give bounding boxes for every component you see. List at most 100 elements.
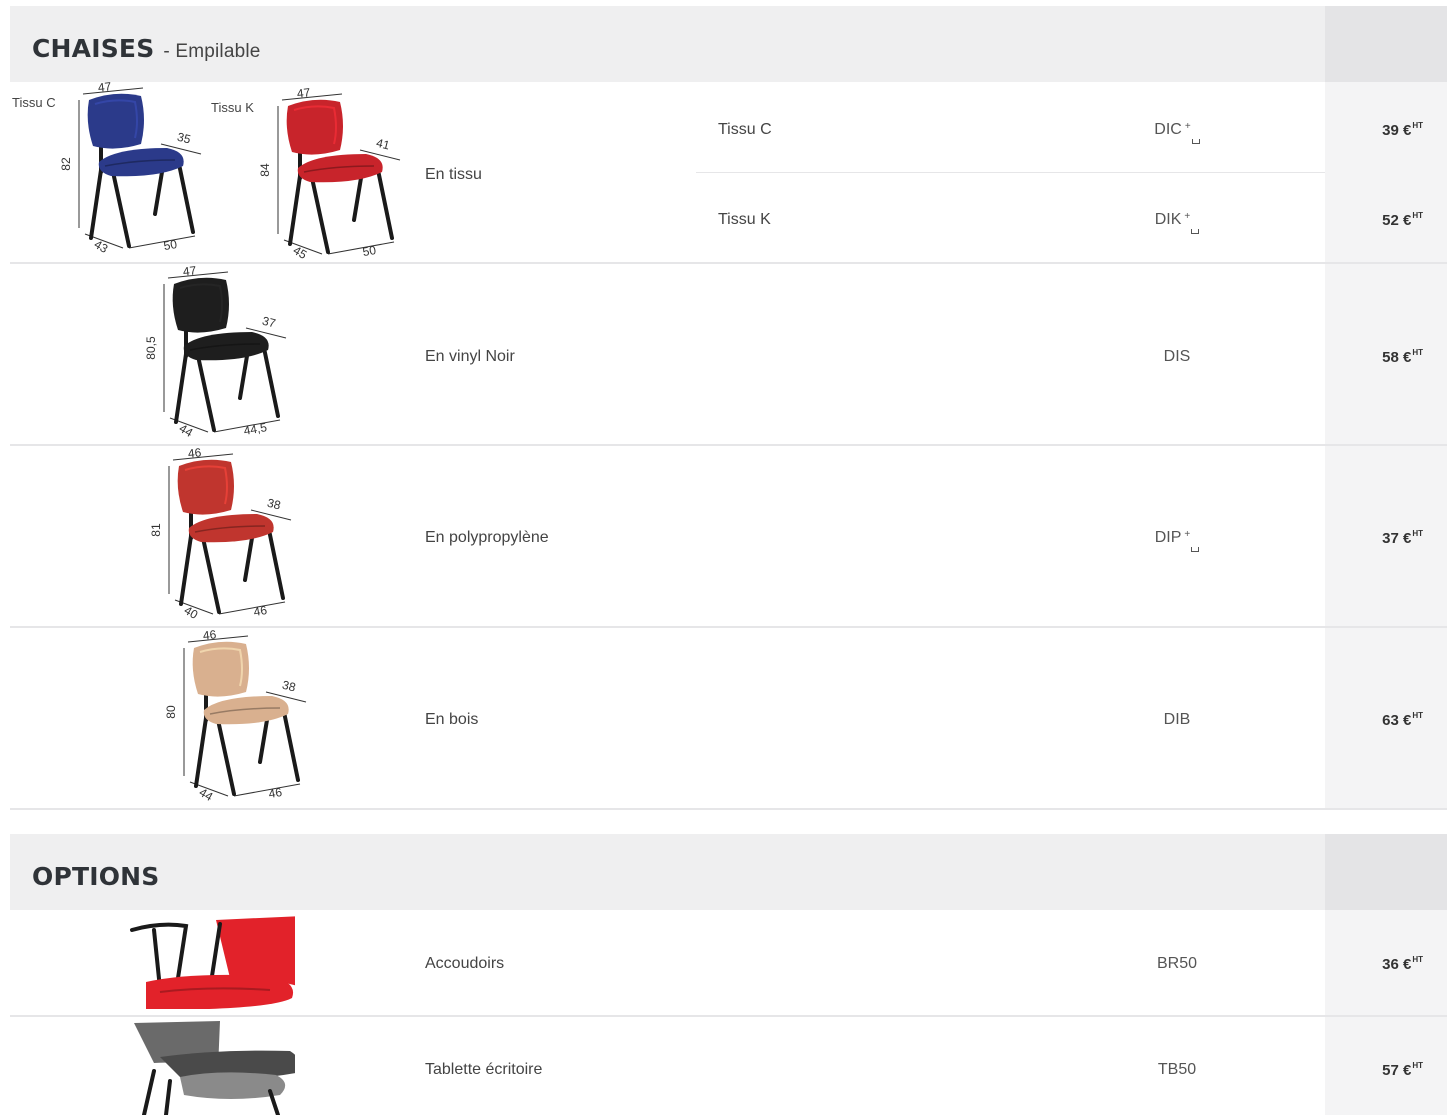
variant-name: Tissu K bbox=[718, 211, 771, 228]
chair-leg bbox=[89, 168, 103, 240]
dimension-line bbox=[281, 93, 343, 101]
dimension-label: 47 bbox=[296, 85, 311, 100]
product-row-vinyl: 47 80,5 37 44 44,5 En vinyl Noir DIS 58 €HT bbox=[10, 263, 1447, 446]
dimension-label: 46 bbox=[268, 785, 284, 801]
variant-image-label: Tissu K bbox=[211, 100, 254, 115]
chair-leg bbox=[142, 1069, 156, 1115]
option-row-accoudoirs: Accoudoirs BR50 36 €HT bbox=[10, 910, 1447, 1017]
chair-leg bbox=[262, 346, 280, 418]
chair-leg bbox=[216, 718, 236, 796]
product-price: 52 €HT bbox=[1382, 211, 1423, 229]
dimension-label: 38 bbox=[266, 496, 283, 513]
dimension-label: 46 bbox=[202, 627, 217, 642]
chair-leg bbox=[196, 354, 216, 432]
product-ref: DIP + bbox=[1117, 529, 1237, 552]
option-price: 57 €HT bbox=[1382, 1061, 1423, 1079]
chair-leg bbox=[164, 1079, 172, 1115]
dimension-label: 81 bbox=[149, 523, 163, 537]
chair-leg bbox=[288, 174, 302, 246]
chair-seat bbox=[188, 514, 274, 543]
chair-leg bbox=[177, 162, 195, 234]
chair-image-tissu-c: 47 82 35 43 50 bbox=[59, 79, 202, 256]
chair-leg bbox=[179, 534, 193, 606]
fabric-swatch-icon bbox=[1191, 139, 1200, 144]
dimension-label: 80,5 bbox=[144, 336, 158, 360]
product-ref: DIS bbox=[1163, 348, 1191, 365]
variant-name: Tissu C bbox=[718, 121, 772, 138]
dimension-label: 82 bbox=[59, 157, 73, 171]
row-divider bbox=[10, 808, 1447, 810]
chair-leg bbox=[310, 176, 330, 254]
product-label: En polypropylène bbox=[425, 529, 549, 546]
chair-image-polypropylene: 46 81 38 40 46 bbox=[149, 445, 292, 622]
chair-leg bbox=[111, 170, 131, 248]
product-price: 63 €HT bbox=[1382, 711, 1423, 729]
chair-image-vinyl: 47 80,5 37 44 44,5 bbox=[144, 263, 287, 440]
product-ref: DIC + bbox=[1117, 121, 1237, 144]
section-subtitle: - Empilable bbox=[163, 41, 261, 62]
chair-seat bbox=[297, 154, 383, 183]
option-price: 36 €HT bbox=[1382, 955, 1423, 973]
fabric-swatch-icon bbox=[1191, 229, 1200, 234]
product-price: 37 €HT bbox=[1382, 529, 1423, 547]
chair-leg bbox=[174, 352, 188, 424]
product-row-bois: 46 80 38 44 46 En bois DIB 63 €HT bbox=[10, 627, 1447, 810]
option-label: Tablette écritoire bbox=[425, 1061, 543, 1078]
option-label: Accoudoirs bbox=[425, 955, 505, 972]
chair-seat bbox=[203, 696, 289, 725]
product-label: En tissu bbox=[425, 166, 482, 183]
dimension-label: 44 bbox=[177, 421, 196, 440]
dimension-label: 37 bbox=[261, 314, 278, 331]
dimension-label: 38 bbox=[281, 678, 298, 695]
section-title: CHAISES - Empilable bbox=[32, 34, 261, 63]
dimension-label: 47 bbox=[97, 79, 112, 94]
dimension-label: 44,5 bbox=[243, 420, 269, 438]
product-price: 58 €HT bbox=[1382, 348, 1423, 366]
dimension-label: 46 bbox=[187, 445, 202, 460]
writing-tablet-option-image bbox=[134, 1021, 295, 1115]
chair-leg bbox=[267, 528, 285, 600]
dimension-label: 47 bbox=[182, 263, 197, 278]
dimension-label: 41 bbox=[375, 136, 392, 153]
dimension-line bbox=[187, 635, 249, 643]
product-row-tissu: Tissu C 47 82 35 43 50 Tissu K 47 84 41 45 50 En… bbox=[10, 79, 1447, 264]
product-row-polypropylene: 46 81 38 40 46 En polypropylène DIP + 37 €HT bbox=[10, 445, 1447, 628]
product-price: 39 €HT bbox=[1382, 121, 1423, 139]
option-row-tablette: Tablette écritoire TB50 57 €HT bbox=[10, 1017, 1447, 1115]
dimension-label: 35 bbox=[176, 130, 193, 147]
dimension-label: 40 bbox=[182, 603, 201, 622]
chair-leg bbox=[376, 168, 394, 240]
dimension-label: 80 bbox=[164, 705, 178, 719]
options-section-header: OPTIONS bbox=[10, 834, 1447, 910]
chaises-section-header: CHAISES - Empilable bbox=[10, 6, 1447, 82]
price-header-cell bbox=[1325, 6, 1447, 82]
product-label: En bois bbox=[425, 711, 479, 728]
dimension-label: 43 bbox=[92, 237, 111, 256]
product-ref: DIK + bbox=[1117, 211, 1237, 234]
dimension-label: 45 bbox=[291, 243, 310, 262]
option-ref: TB50 bbox=[1157, 1061, 1197, 1078]
dimension-label: 84 bbox=[258, 163, 272, 177]
dimension-label: 44 bbox=[197, 785, 216, 804]
dimension-line bbox=[167, 271, 229, 279]
dimension-label: 50 bbox=[362, 243, 378, 259]
product-label: En vinyl Noir bbox=[425, 348, 515, 365]
chair-frame bbox=[210, 922, 222, 978]
dimension-line bbox=[172, 453, 234, 461]
chair-leg bbox=[282, 710, 300, 782]
product-ref: DIB bbox=[1163, 711, 1191, 728]
chair-image-bois: 46 80 38 44 46 bbox=[164, 627, 307, 804]
dimension-label: 50 bbox=[163, 237, 179, 253]
chair-seat bbox=[98, 148, 184, 177]
chair-image-tissu-k: 47 84 41 45 50 bbox=[258, 85, 401, 262]
variant-image-label: Tissu C bbox=[12, 95, 56, 110]
variant-divider bbox=[696, 172, 1325, 173]
section-title: OPTIONS bbox=[32, 862, 160, 891]
dimension-line bbox=[82, 87, 144, 95]
chair-seat bbox=[183, 332, 269, 361]
option-ref: BR50 bbox=[1156, 955, 1198, 972]
chair-leg bbox=[194, 716, 208, 788]
fabric-swatch-icon bbox=[1191, 547, 1200, 552]
price-header-cell bbox=[1325, 834, 1447, 910]
dimension-label: 46 bbox=[253, 603, 269, 619]
